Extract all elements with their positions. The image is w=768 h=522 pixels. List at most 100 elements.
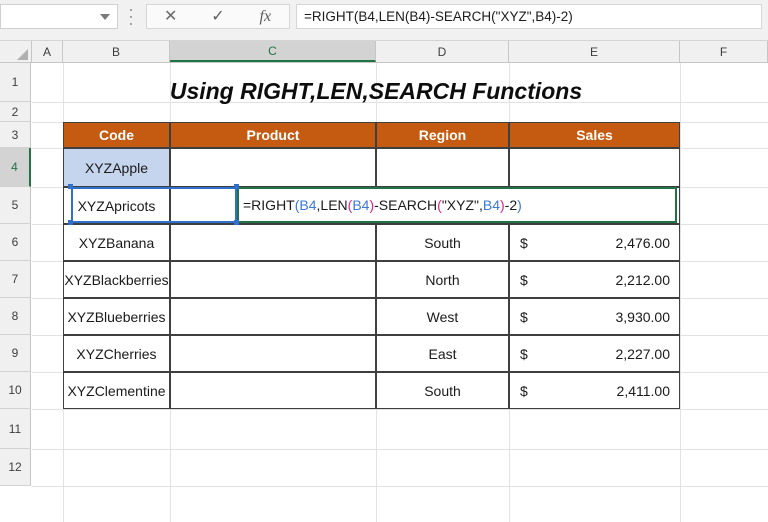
gridline-vertical [680,63,681,522]
formula-token: B4 [482,197,500,213]
gridline-horizontal [32,449,768,450]
table-cell[interactable] [170,372,376,409]
table-cell[interactable]: XYZBlueberries [63,298,170,335]
column-header-label: A [42,44,51,59]
active-cell-editor[interactable]: =RIGHT(B4,LEN(B4)-SEARCH("XYZ",B4)-2) [237,187,677,223]
column-header-b[interactable]: B [63,41,170,62]
row-header-8[interactable]: 8 [0,298,31,335]
toolbar-separator-dots-icon [128,9,134,25]
page-title: Using RIGHT,LEN,SEARCH Functions [169,78,583,104]
sales-amount: 2,227.00 [615,345,671,362]
row-header-7[interactable]: 7 [0,261,31,298]
chevron-down-icon[interactable] [100,13,110,20]
column-header-label: D [437,44,447,59]
table-header-cell[interactable]: Region [376,122,509,148]
row-header-4[interactable]: 4 [0,148,31,187]
table-cell[interactable]: South [376,224,509,261]
column-header-a[interactable]: A [32,41,63,62]
table-cell[interactable]: $3,930.00 [509,298,680,335]
table-cell[interactable] [170,148,376,187]
sales-amount: 2,212.00 [615,271,671,288]
column-header-d[interactable]: D [376,41,509,62]
close-x-icon: ✕ [163,7,178,25]
table-cell[interactable]: South [376,372,509,409]
row-header-5[interactable]: 5 [0,187,31,224]
table-cell[interactable] [170,298,376,335]
column-header-row: A B C D E F [0,41,768,63]
row-header-6[interactable]: 6 [0,224,31,261]
table-header-cell[interactable]: Code [63,122,170,148]
reference-handle-bottom-left[interactable] [68,220,73,225]
confirm-formula-button[interactable]: ✓ [194,5,241,28]
column-header-e[interactable]: E [509,41,680,62]
table-cell[interactable]: $2,476.00 [509,224,680,261]
table-cell[interactable]: East [376,335,509,372]
reference-handle-top-right[interactable] [234,184,239,189]
row-header-label: 11 [8,421,22,436]
table-cell[interactable]: North [376,261,509,298]
formula-token: "XYZ" [441,197,479,213]
column-header-label: C [268,43,277,58]
formula-input[interactable]: =RIGHT(B4,LEN(B4)-SEARCH("XYZ",B4)-2) [296,4,762,29]
cell-value: South [424,234,461,251]
gridline-horizontal [32,486,768,487]
row-header-9[interactable]: 9 [0,335,31,372]
currency-symbol: $ [520,234,528,251]
table-cell[interactable]: XYZApricots [63,187,170,224]
currency-symbol: $ [520,308,528,325]
cell-value: XYZBlackberries [64,271,169,288]
table-cell[interactable]: West [376,298,509,335]
table-cell[interactable] [170,335,376,372]
formula-token: ) [517,197,522,213]
row-header-10[interactable]: 10 [0,372,31,409]
table-cell[interactable] [376,148,509,187]
worksheet-grid[interactable]: Using RIGHT,LEN,SEARCH Functions Code Pro… [32,63,768,522]
cancel-formula-button[interactable]: ✕ [147,5,194,28]
sales-amount: 3,930.00 [615,308,671,325]
row-header-1[interactable]: 1 [0,63,31,102]
reference-handle-bottom-right[interactable] [234,220,239,225]
table-cell[interactable] [170,261,376,298]
row-header-label: 12 [8,460,22,474]
referenced-cell-b4[interactable]: XYZApple [63,148,170,187]
formula-token: -2 [504,197,518,213]
formula-token: ,LEN [316,197,348,213]
table-cell[interactable] [509,148,680,187]
column-header-f[interactable]: F [680,41,768,62]
table-cell[interactable]: XYZBlackberries [63,261,170,298]
formula-token: B4 [299,197,317,213]
formula-token: -SEARCH [374,197,438,213]
formula-action-buttons: ✕ ✓ fx [146,4,290,29]
row-header-label: 6 [11,235,19,249]
currency-symbol: $ [520,382,528,399]
row-header-11[interactable]: 11 [0,409,31,449]
name-box[interactable] [0,4,118,29]
row-header-12[interactable]: 12 [0,449,31,486]
table-cell[interactable]: $2,411.00 [509,372,680,409]
select-all-corner-icon[interactable] [0,41,32,62]
row-header-label: 10 [8,383,22,397]
row-header-label: 4 [11,160,18,174]
table-header-cell[interactable]: Sales [509,122,680,148]
formula-token: =RIGHT [243,197,295,213]
insert-function-button[interactable]: fx [242,5,289,28]
table-cell[interactable]: $2,212.00 [509,261,680,298]
table-cell[interactable] [170,224,376,261]
row-header-label: 9 [11,346,19,360]
cell-value: XYZBlueberries [67,308,166,325]
table-cell[interactable]: $2,227.00 [509,335,680,372]
formula-token: B4 [352,197,370,213]
column-header-c[interactable]: C [170,41,376,62]
table-cell[interactable]: XYZBanana [63,224,170,261]
row-header-3[interactable]: 3 [0,122,31,148]
table-cell[interactable]: XYZClementine [63,372,170,409]
table-cell[interactable]: XYZCherries [63,335,170,372]
row-header-2[interactable]: 2 [0,102,31,122]
reference-handle-top-left[interactable] [68,184,73,189]
table-header-cell[interactable]: Product [170,122,376,148]
cell-value: North [425,271,460,288]
formula-bar: ✕ ✓ fx =RIGHT(B4,LEN(B4)-SEARCH("XYZ",B4… [0,0,768,41]
column-header-label: F [719,44,728,59]
cell-value: East [428,345,457,362]
row-header-label: 3 [11,127,19,142]
